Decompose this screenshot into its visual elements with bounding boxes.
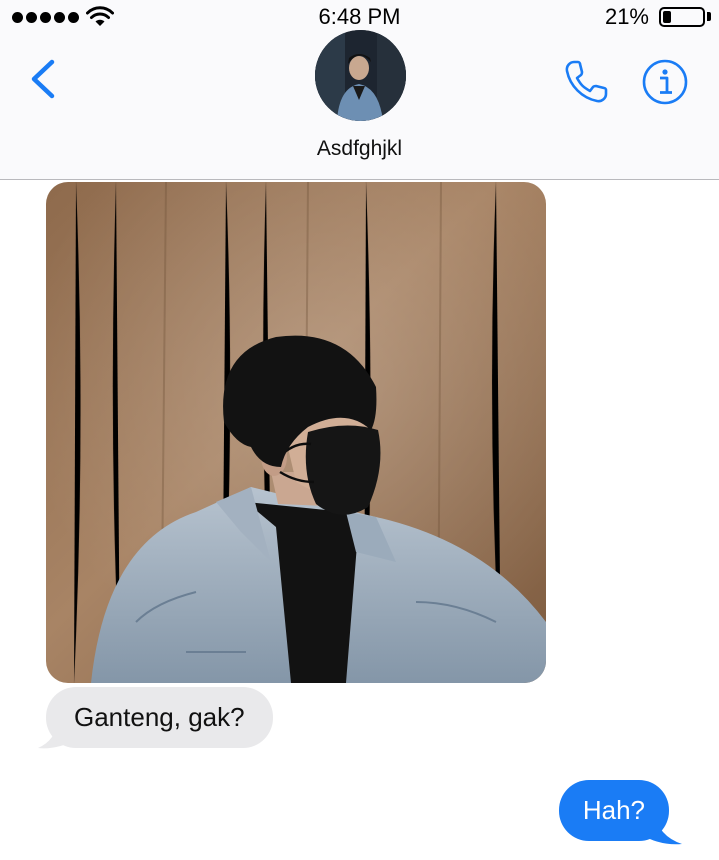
- chevron-left-icon: [31, 59, 55, 99]
- message-text: Hah?: [582, 795, 645, 825]
- info-icon: [642, 59, 688, 105]
- message-text: Ganteng, gak?: [74, 702, 245, 732]
- contact-name[interactable]: Asdfghjkl: [0, 137, 719, 161]
- battery-icon: [659, 7, 705, 27]
- outgoing-message-bubble[interactable]: Hah?: [558, 780, 669, 841]
- incoming-message-bubble[interactable]: Ganteng, gak?: [46, 687, 273, 748]
- photo-message[interactable]: [46, 182, 546, 683]
- back-button[interactable]: [22, 54, 66, 104]
- contact-avatar[interactable]: [315, 30, 406, 121]
- battery-percent: 21%: [604, 4, 649, 29]
- message-photo: [46, 182, 546, 683]
- call-button[interactable]: [560, 56, 612, 108]
- phone-icon: [565, 60, 608, 103]
- avatar-image: [315, 30, 406, 121]
- info-button[interactable]: [640, 57, 690, 107]
- status-bar: 6:48 PM 21%: [0, 0, 719, 34]
- battery-level: [663, 11, 671, 23]
- battery-tip: [707, 12, 711, 21]
